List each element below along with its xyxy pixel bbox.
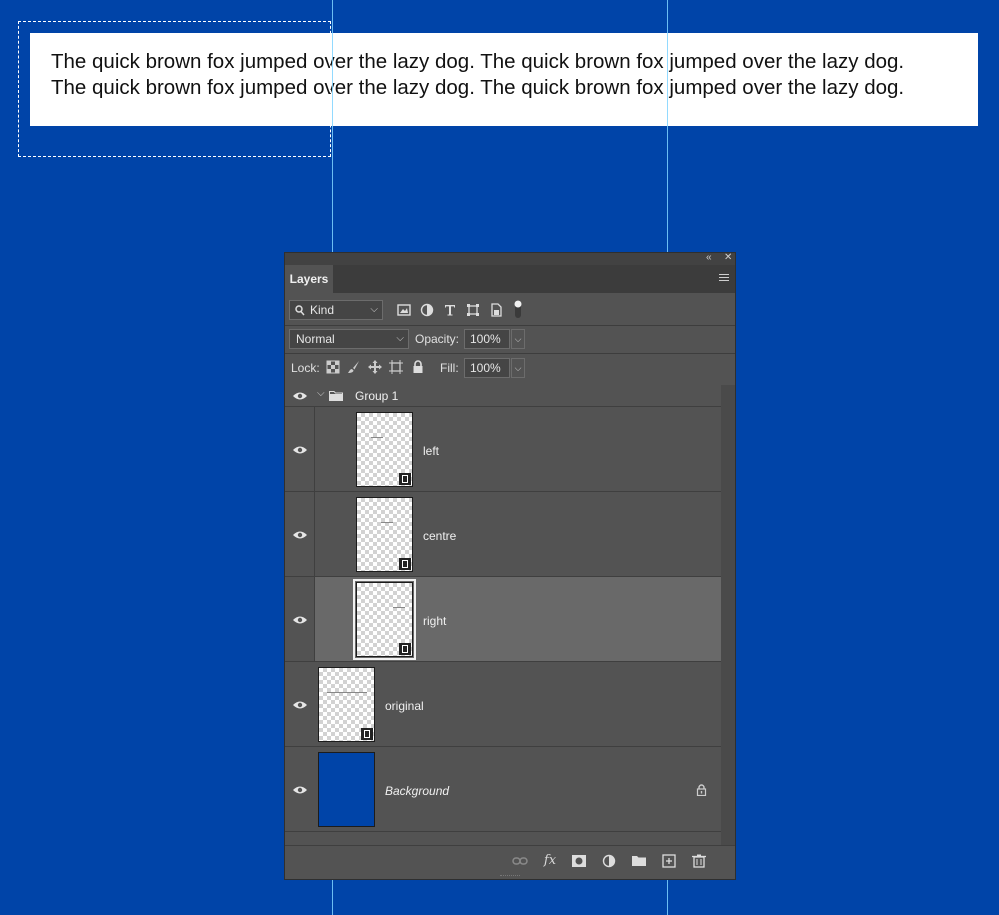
layer-name[interactable]: left [423,444,439,458]
panel-top-strip: « ✕ [285,252,735,265]
lock-position-icon[interactable] [368,360,382,374]
layer-thumbnail[interactable] [353,579,416,660]
delete-layer-icon[interactable] [691,854,707,868]
layer-row-group-1[interactable]: ⌵ Group 1 [285,385,721,407]
visibility-eye-icon[interactable] [292,445,308,455]
marquee-selection[interactable] [18,21,331,157]
layers-list: ⌵ Group 1 left centre right original Bac… [285,385,721,845]
filter-kind-dropdown[interactable]: Kind ⌵ [289,300,383,320]
panel-tab-bar: Layers [285,265,735,293]
panel-resize-grip[interactable] [500,875,520,879]
lock-image-pixels-icon[interactable] [347,360,361,374]
layer-row-left[interactable]: left [285,407,721,492]
smart-object-badge-icon [399,643,411,655]
smart-object-badge-icon [361,728,373,740]
search-icon [295,305,305,316]
visibility-eye-icon[interactable] [292,615,308,625]
layer-name[interactable]: Group 1 [355,389,398,403]
panel-menu-icon[interactable] [719,274,729,283]
folder-icon [329,391,343,401]
new-layer-icon[interactable] [661,854,677,868]
layer-thumbnail[interactable] [356,497,413,572]
adjustment-layer-icon[interactable] [602,854,618,868]
fill-dropdown-icon[interactable]: ⌵ [511,358,525,378]
chevron-down-icon: ⌵ [396,333,404,344]
close-panel-icon[interactable]: ✕ [724,252,732,263]
visibility-eye-icon[interactable] [292,785,308,795]
fill-label: Fill: [440,361,459,375]
fill-input[interactable]: 100% ⌵ [464,358,525,378]
layer-thumbnail[interactable] [318,752,375,827]
new-group-icon[interactable] [631,854,647,868]
image-filter-icon[interactable] [397,303,411,317]
link-layers-icon[interactable] [512,854,528,868]
shape-filter-icon[interactable] [466,303,480,317]
lock-all-icon[interactable] [411,360,425,374]
layer-thumbnail[interactable] [318,667,375,742]
opacity-input[interactable]: 100% ⌵ [464,329,525,349]
visibility-eye-icon[interactable] [292,530,308,540]
layer-row-centre[interactable]: centre [285,492,721,577]
layer-row-right[interactable]: right [285,577,721,662]
layers-scrollbar[interactable] [721,385,735,845]
lock-artboard-icon[interactable] [389,360,403,374]
layers-panel: « ✕ Layers Kind ⌵ Normal ⌵ Opacity: 100%… [284,252,736,880]
layer-lock-icon[interactable] [696,784,707,796]
collapse-panel-icon[interactable]: « [706,252,712,263]
layer-row-background[interactable]: Background [285,747,721,832]
layer-thumbnail[interactable] [356,412,413,487]
filter-row: Kind ⌵ [285,299,735,325]
smart-object-badge-icon [399,558,411,570]
layers-bottom-toolbar: fx [285,845,735,876]
smart-object-badge-icon [399,473,411,485]
blend-row: Normal ⌵ Opacity: 100% ⌵ [285,325,735,353]
visibility-eye-icon[interactable] [292,391,308,401]
layer-name[interactable]: original [385,699,424,713]
opacity-value: 100% [470,332,501,346]
visibility-eye-icon[interactable] [292,700,308,710]
lock-row: Lock: Fill: 100% ⌵ [285,353,735,383]
type-filter-icon[interactable] [443,303,457,317]
lock-transparent-pixels-icon[interactable] [326,360,340,374]
lock-label: Lock: [291,361,320,375]
opacity-label: Opacity: [415,332,460,346]
blend-mode-dropdown[interactable]: Normal ⌵ [289,329,409,349]
adjustment-filter-icon[interactable] [420,303,434,317]
add-mask-icon[interactable] [571,854,587,868]
filter-toggle-icon[interactable] [513,299,523,319]
layer-row-original[interactable]: original [285,662,721,747]
blend-mode-value: Normal [296,332,335,346]
chevron-down-icon: ⌵ [370,304,378,315]
opacity-dropdown-icon[interactable]: ⌵ [511,329,525,349]
expand-chevron-icon[interactable]: ⌵ [317,388,325,399]
smart-object-filter-icon[interactable] [489,303,503,317]
fill-value: 100% [470,361,501,375]
layer-name[interactable]: centre [423,529,456,543]
layer-name[interactable]: right [423,614,446,628]
tab-layers[interactable]: Layers [285,265,333,293]
layer-style-icon[interactable]: fx [542,854,558,868]
filter-kind-label: Kind [310,303,335,317]
layer-name[interactable]: Background [385,784,449,798]
